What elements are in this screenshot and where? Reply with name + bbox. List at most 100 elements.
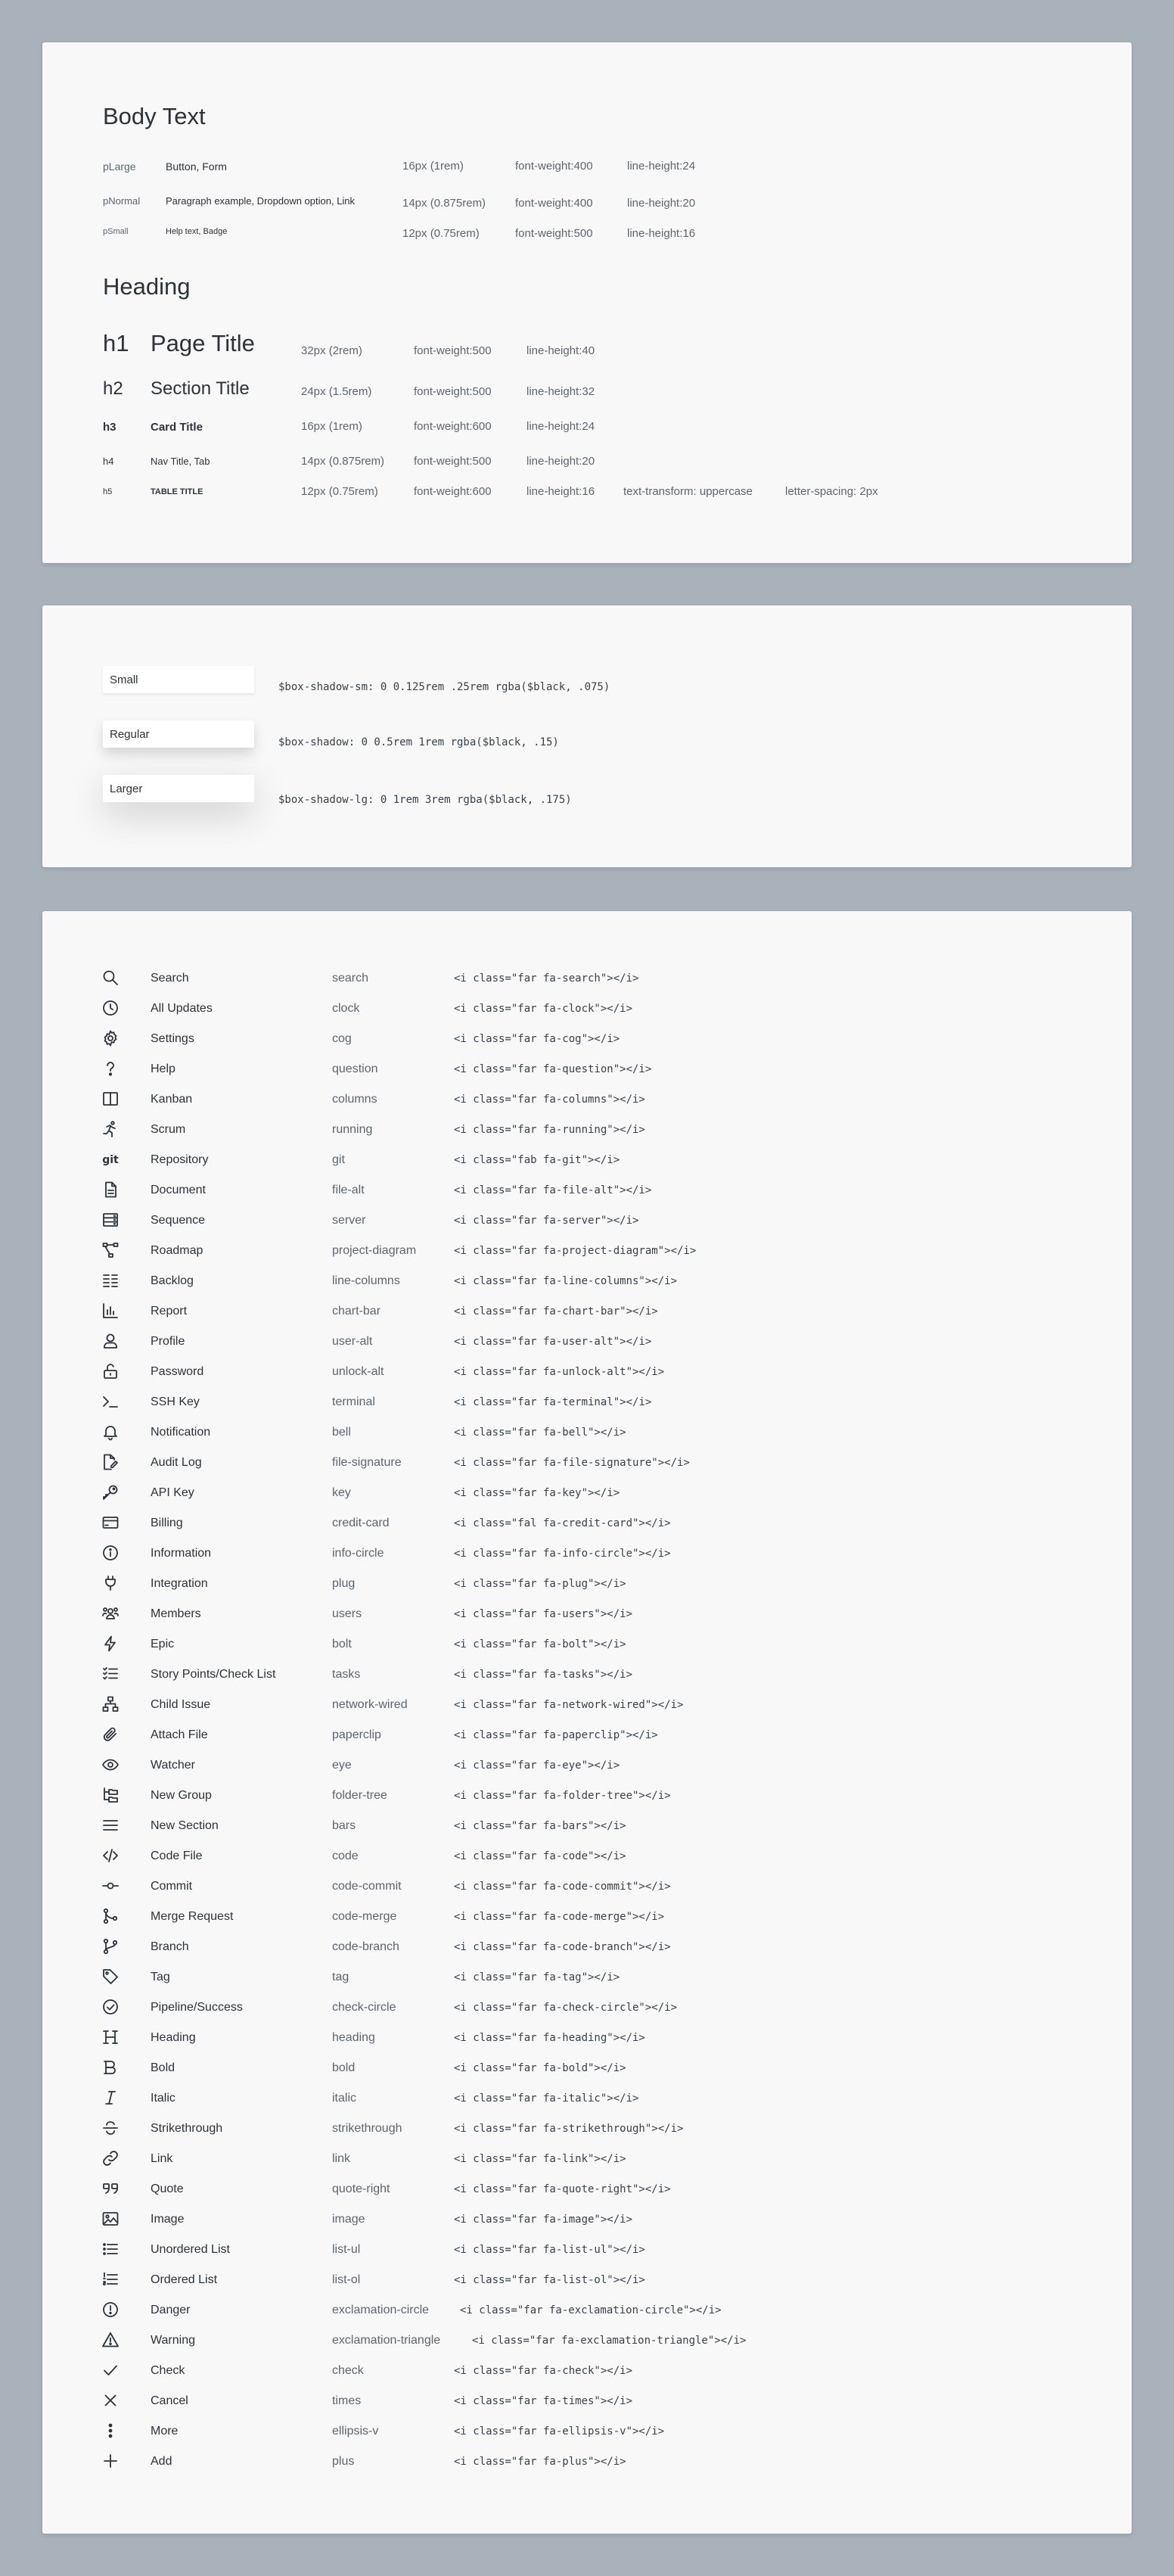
eye-icon (101, 1756, 123, 1777)
network-wired-icon (101, 1695, 123, 1716)
icon-code: <i class="far fa-strikethrough"></i> (454, 2123, 684, 2135)
icon-label: Help (151, 1062, 175, 1075)
icon-code: <i class="far fa-code-merge"></i> (454, 1911, 665, 1923)
icon-name: network-wired (332, 1698, 408, 1711)
icon-label: Kanban (151, 1093, 193, 1106)
icon-label: Epic (151, 1638, 175, 1650)
icon-row-quote-right: Quote quote-right <i class="far fa-quote-r… (42, 2175, 1132, 2205)
icon-row-project-diagram: Roadmap project-diagram <i class="far fa-p… (42, 1237, 1132, 1267)
tag-icon (101, 1968, 123, 1989)
shadow-label-regular: Regular (110, 727, 150, 741)
icon-label: Settings (151, 1032, 194, 1045)
icon-row-info-circle: Information info-circle <i class="far fa-i… (42, 1539, 1132, 1570)
icon-label: Link (151, 2152, 173, 2165)
icon-code: <i class="far fa-search"></i> (454, 972, 639, 985)
icon-row-list-ul: Unordered List list-ul <i class="far fa-li… (42, 2235, 1132, 2266)
strikethrough-icon (101, 2119, 123, 2140)
icon-code: <i class="far fa-ellipsis-v"></i> (454, 2425, 665, 2438)
body-lineheight-psmall: line-height:16 (627, 227, 696, 240)
shadow-sample-larger: Larger (103, 775, 254, 802)
body-weight-psmall: font-weight:500 (515, 227, 593, 240)
heading-example-h4: Nav Title, Tab (151, 456, 210, 467)
heading-lineheight-h5: line-height:16 (526, 485, 595, 498)
code-merge-icon (101, 1907, 123, 1928)
code-icon (101, 1846, 123, 1868)
shadow-sample-small: Small (103, 666, 254, 693)
icon-row-git: git Repository git <i class="fab fa-git"></… (42, 1146, 1132, 1176)
icon-row-terminal: SSH Key terminal <i class="far fa-terminal… (42, 1388, 1132, 1418)
shadows-card: Small $box-shadow-sm: 0 0.125rem .25rem … (42, 605, 1132, 867)
heading-weight-h5: font-weight:600 (414, 485, 492, 498)
icon-label: Billing (151, 1517, 183, 1529)
icon-row-cog: Settings cog <i class="far fa-cog"></i> (42, 1025, 1132, 1055)
code-branch-icon (101, 1937, 123, 1958)
icon-row-line-columns: Backlog line-columns <i class="far fa-line… (42, 1267, 1132, 1297)
icon-label: SSH Key (151, 1395, 200, 1408)
icon-label: Child Issue (151, 1698, 211, 1711)
icon-code: <i class="far fa-file-signature"></i> (454, 1457, 690, 1469)
icon-label: Danger (151, 2304, 191, 2316)
icon-code: <i class="far fa-plus"></i> (454, 2456, 626, 2468)
icon-label: Check (151, 2364, 185, 2377)
icon-name: plus (332, 2455, 355, 2468)
icon-name: exclamation-triangle (332, 2334, 441, 2347)
icon-code: <i class="far fa-bold"></i> (454, 2062, 626, 2074)
heading-tag-h3: h3 (103, 421, 116, 434)
icon-label: Report (151, 1305, 188, 1318)
heading-title: Heading (103, 273, 191, 300)
icon-label: Audit Log (151, 1456, 202, 1469)
icon-label: Information (151, 1547, 212, 1560)
icon-name: italic (332, 2092, 357, 2105)
icon-name: bolt (332, 1638, 352, 1650)
question-icon (101, 1059, 123, 1081)
svg-text:git: git (102, 1154, 119, 1166)
icon-code: <i class="far fa-file-alt"></i> (454, 1184, 652, 1196)
icon-row-tag: Tag tag <i class="far fa-tag"></i> (42, 1963, 1132, 1993)
icon-code: <i class="far fa-running"></i> (454, 1124, 645, 1136)
icon-code: <i class="far fa-tasks"></i> (454, 1669, 633, 1681)
heading-size-h5: 12px (0.75rem) (301, 485, 378, 498)
icon-code: <i class="far fa-user-alt"></i> (454, 1336, 652, 1348)
bell-icon (101, 1423, 123, 1444)
icon-name: cog (332, 1032, 352, 1045)
icon-code: <i class="far fa-bolt"></i> (454, 1638, 626, 1650)
icon-code: <i class="far fa-list-ul"></i> (454, 2244, 645, 2256)
icon-row-search: Search search <i class="far fa-search"></i… (42, 964, 1132, 994)
icon-label: Members (151, 1607, 201, 1620)
body-lineheight-pnormal: line-height:20 (627, 197, 696, 210)
icon-row-columns: Kanban columns <i class="far fa-columns"><… (42, 1085, 1132, 1115)
icon-name: times (332, 2394, 362, 2407)
icon-code: <i class="far fa-key"></i> (454, 1487, 620, 1499)
icon-name: line-columns (332, 1274, 400, 1287)
users-icon (101, 1604, 123, 1626)
body-tag-plarge: pLarge (103, 160, 136, 173)
icon-row-image: Image image <i class="far fa-image"></i> (42, 2205, 1132, 2235)
icon-label: Scrum (151, 1123, 186, 1136)
icon-code: <i class="far fa-quote-right"></i> (454, 2183, 671, 2195)
heading-lineheight-h3: line-height:24 (526, 420, 595, 433)
typography-card: Body Text pLarge Button, Form 16px (1rem… (42, 42, 1132, 563)
icon-row-paperclip: Attach File paperclip <i class="far fa-pap… (42, 1721, 1132, 1751)
icon-row-code-merge: Merge Request code-merge <i class="far fa-… (42, 1902, 1132, 1933)
icon-name: file-signature (332, 1456, 402, 1469)
heading-size-h3: 16px (1rem) (301, 420, 362, 433)
icon-label: Password (151, 1365, 204, 1378)
list-ul-icon (101, 2240, 123, 2261)
icon-name: clock (332, 1002, 360, 1015)
icon-row-times: Cancel times <i class="far fa-times"></i> (42, 2387, 1132, 2417)
icon-code: <i class="far fa-list-ol"></i> (454, 2274, 645, 2286)
icon-code: <i class="far fa-check"></i> (454, 2365, 633, 2377)
info-circle-icon (101, 1544, 123, 1565)
icon-name: credit-card (332, 1517, 390, 1529)
italic-icon (101, 2089, 123, 2110)
icon-row-file-signature: Audit Log file-signature <i class="far fa-… (42, 1448, 1132, 1479)
heading-size-h1: 32px (2rem) (301, 344, 362, 357)
icon-name: user-alt (332, 1335, 373, 1348)
icon-row-unlock-alt: Password unlock-alt <i class="far fa-unloc… (42, 1358, 1132, 1388)
icon-code: <i class="far fa-chart-bar"></i> (454, 1305, 658, 1318)
user-alt-icon (101, 1332, 123, 1353)
heading-example-h1: Page Title (151, 330, 255, 356)
chart-bar-icon (101, 1302, 123, 1323)
icon-name: code-merge (332, 1910, 397, 1923)
icon-code: <i class="far fa-network-wired"></i> (454, 1699, 684, 1711)
